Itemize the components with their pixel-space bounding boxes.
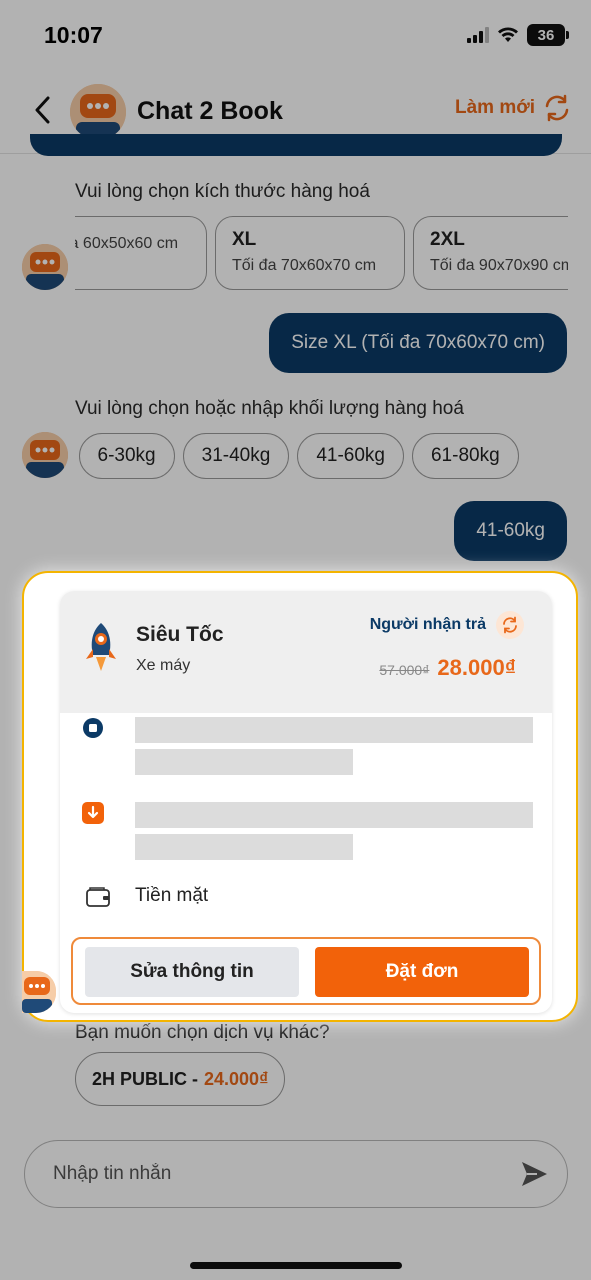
swap-icon [496, 611, 524, 639]
send-icon [522, 1162, 547, 1186]
pickup-address-redacted [135, 717, 533, 743]
dropoff-stop [60, 802, 552, 872]
refresh-icon [545, 94, 569, 122]
weight-option[interactable]: 31-40kg [182, 433, 290, 479]
size-prompt: Vui lòng chọn kích thước hàng hoá [75, 181, 370, 202]
bot-avatar-small [22, 432, 68, 478]
message-composer [0, 1116, 591, 1280]
status-bar: 10:07 36 [0, 0, 591, 70]
wallet-icon [86, 887, 110, 907]
refresh-button[interactable]: Làm mới [455, 94, 571, 122]
pickup-icon [83, 718, 103, 738]
battery-icon: 36 [527, 24, 569, 46]
order-actions: Sửa thông tin Đặt đơn [71, 937, 541, 1005]
alt-service-name: 2H PUBLIC - [92, 1068, 199, 1089]
dropoff-address-redacted [135, 802, 533, 828]
size-option[interactable]: Tối đa 60x50x60 cm [75, 216, 207, 290]
size-option-sub: Tối đa 70x60x70 cm [232, 257, 377, 274]
bot-avatar [70, 84, 126, 140]
edit-info-button[interactable]: Sửa thông tin [85, 947, 299, 997]
status-time: 10:07 [44, 22, 103, 48]
signal-icon [467, 27, 489, 43]
order-card-highlight: Siêu Tốc Xe máy Người nhận trả 57.000₫ 2… [22, 571, 578, 1022]
battery-level: 36 [537, 26, 555, 44]
payer-label: Người nhận trả [369, 616, 486, 633]
size-options: Tối đa 60x50x60 cm XL Tối đa 70x60x70 cm… [75, 216, 568, 296]
size-option[interactable]: XL Tối đa 70x60x70 cm [215, 216, 405, 290]
alt-service-chip[interactable]: 2H PUBLIC - 24.000₫ [75, 1052, 286, 1106]
size-option-title: 2XL [430, 229, 465, 250]
payment-method[interactable]: Tiền mặt [60, 883, 552, 919]
weight-option[interactable]: 61-80kg [411, 433, 519, 479]
previous-message-bubble [30, 134, 562, 156]
alt-service-price: 24.000₫ [204, 1068, 269, 1089]
message-input[interactable] [24, 1140, 568, 1208]
send-button[interactable] [516, 1156, 552, 1192]
pickup-stop [60, 717, 552, 787]
size-option-sub: Tối đa 60x50x60 cm [75, 235, 179, 252]
back-button[interactable] [24, 92, 60, 128]
weight-prompt: Vui lòng chọn hoặc nhập khối lượng hàng … [75, 398, 464, 419]
place-order-button[interactable]: Đặt đơn [315, 947, 529, 997]
weight-option[interactable]: 6-30kg [78, 433, 175, 479]
chat-title: Chat 2 Book [137, 97, 283, 125]
dropoff-icon [82, 802, 104, 824]
rocket-icon [86, 623, 116, 671]
size-reply-bubble: Size XL (Tối đa 70x60x70 cm) [269, 313, 567, 373]
weight-options: 0-5kg 6-30kg 31-40kg 41-60kg 61-80kg [75, 433, 568, 481]
chevron-left-icon [35, 96, 50, 124]
size-option-sub: Tối đa 90x70x90 cm [430, 257, 568, 274]
order-card: Siêu Tốc Xe máy Người nhận trả 57.000₫ 2… [60, 591, 552, 1013]
home-indicator [190, 1262, 402, 1269]
payer-toggle[interactable]: Người nhận trả [370, 611, 524, 639]
followup-question: Bạn muốn chọn dịch vụ khác? [75, 1022, 330, 1043]
refresh-label: Làm mới [454, 97, 535, 118]
status-icons: 36 [467, 24, 569, 46]
bot-avatar-small [22, 971, 56, 1013]
weight-option[interactable]: 41-60kg [297, 433, 404, 479]
price-row: 57.000₫ 28.000₫ [379, 655, 516, 681]
weight-reply-bubble: 41-60kg [454, 501, 567, 561]
service-summary: Siêu Tốc Xe máy Người nhận trả 57.000₫ 2… [60, 591, 552, 713]
size-option-title: XL [232, 229, 257, 250]
bot-avatar-small [22, 244, 68, 290]
size-option[interactable]: 2XL Tối đa 90x70x90 cm [413, 216, 568, 290]
service-name: Siêu Tốc [136, 623, 224, 646]
payment-label: Tiền mặt [135, 885, 209, 906]
vehicle-type: Xe máy [136, 657, 191, 674]
old-price: 57.000₫ [379, 662, 430, 678]
wifi-icon [498, 27, 518, 42]
dropoff-contact-redacted [135, 834, 353, 860]
new-price: 28.000₫ [437, 655, 516, 680]
chat-screen: 10:07 36 Chat 2 Book Làm mới Vui lòng ch… [0, 0, 591, 1280]
pickup-contact-redacted [135, 749, 353, 775]
